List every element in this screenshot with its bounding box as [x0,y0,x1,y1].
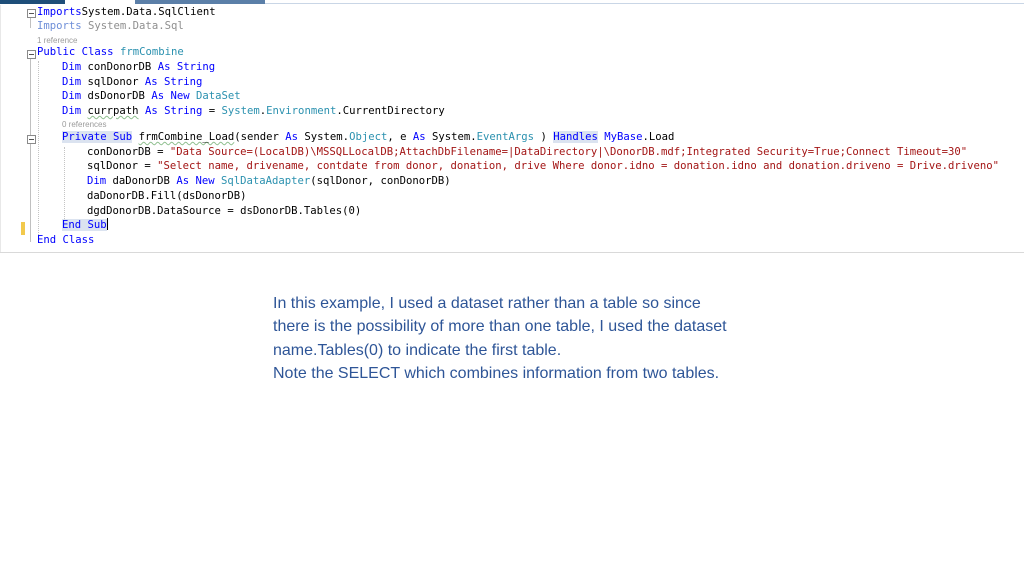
code-token: conDonorDB = [87,146,170,158]
code-token: "Data Source=(LocalDB)\MSSQLLocalDB;Atta… [169,146,968,158]
indent-guide [64,147,65,223]
code-token: Environment [266,105,337,117]
code-token: dsDonorDB [81,90,152,102]
code-token: sqlDonor = [87,160,158,172]
code-token: End Class [37,234,95,246]
code-line-end-sub[interactable]: End Sub [62,218,108,233]
code-token: Dim [62,76,82,88]
code-token: Public Class [37,46,114,58]
code-token: Dim [62,61,82,73]
code-line-imports-1[interactable]: ImportsSystem.Data.SqlClient [37,5,216,20]
code-token: System [221,105,260,117]
code-token: System. [298,131,350,143]
fold-collapse-icon[interactable] [27,9,36,18]
code-token: As String [144,76,203,88]
code-token: (sqlDonor, conDonorDB) [310,175,451,187]
code-line-connection[interactable]: conDonorDB = "Data Source=(LocalDB)\MSSQ… [87,145,967,160]
tab-inactive[interactable] [135,0,265,4]
code-line-class[interactable]: Public Class frmCombine [37,45,184,60]
change-marker [21,222,25,235]
code-token: System.Data.SqlClient [81,6,216,18]
code-token: Dim [62,105,82,117]
indent-guide [38,61,39,239]
code-token: dgdDonorDB.DataSource = dsDonorDB.Tables… [87,205,362,217]
code-line-end-class[interactable]: End Class [37,233,94,248]
code-line-sql[interactable]: sqlDonor = "Select name, drivename, cont… [87,159,999,174]
code-line-imports-2[interactable]: Imports System.Data.Sql [37,19,184,34]
code-token: Dim [62,90,82,102]
code-token: As [412,131,426,143]
code-token: frmCombine_Load [138,131,235,143]
code-line-dim-2[interactable]: Dim sqlDonor As String [62,75,202,90]
codelens-reference[interactable]: 1 reference [37,36,77,45]
code-line-dim-4[interactable]: Dim currpath As String = System.Environm… [62,104,445,119]
code-token: .CurrentDirectory [336,105,445,117]
code-token: frmCombine [119,46,184,58]
code-token: As [285,131,299,143]
code-token: MyBase [604,131,643,143]
code-token: "Select name, drivename, contdate from d… [157,160,1000,172]
code-token: Handles [553,131,598,143]
codelens-reference[interactable]: 0 references [62,120,106,129]
fold-rail-class [30,59,31,242]
code-line-fill[interactable]: daDonorDB.Fill(dsDonorDB) [87,189,246,204]
code-token: DataSet [195,90,241,102]
code-token: daDonorDB.Fill(dsDonorDB) [87,190,247,202]
code-token: sqlDonor [81,76,145,88]
code-line-sub[interactable]: Private Sub frmCombine_Load(sender As Sy… [62,130,674,145]
note-paragraph-2: Note the SELECT which combines informati… [273,364,720,382]
code-token: (sender [234,131,286,143]
tab-active[interactable] [0,0,66,4]
code-token: Object [349,131,388,143]
code-token: = [202,105,222,117]
code-token: SqlDataAdapter [220,175,311,187]
code-line-dim-3[interactable]: Dim dsDonorDB As New DataSet [62,89,241,104]
code-token: System.Data.Sql [81,20,184,32]
fold-collapse-icon[interactable] [27,50,36,59]
code-token: Private Sub [62,131,133,143]
code-token: As New [151,90,190,102]
code-token: Imports [37,6,82,18]
code-token: .Load [642,131,675,143]
note-text: In this example, I used a dataset rather… [273,292,733,385]
code-token: daDonorDB [106,175,177,187]
code-token: Dim [87,175,107,187]
code-token: As String [157,61,216,73]
code-token: As New [176,175,215,187]
code-editor[interactable]: ImportsSystem.Data.SqlClient Imports Syst… [0,0,1024,253]
code-line-datasource[interactable]: dgdDonorDB.DataSource = dsDonorDB.Tables… [87,204,361,219]
code-token: End Sub [62,219,107,231]
code-token: As String [144,105,203,117]
fold-collapse-icon[interactable] [27,135,36,144]
code-line-adapter[interactable]: Dim daDonorDB As New SqlDataAdapter(sqlD… [87,174,451,189]
code-token: EventArgs [476,131,535,143]
tab-strip-underline [265,3,1024,4]
note-paragraph-1: In this example, I used a dataset rather… [273,295,727,359]
code-line-dim-1[interactable]: Dim conDonorDB As String [62,60,215,75]
editor-margin [0,5,1,252]
code-token: conDonorDB [81,61,158,73]
text-caret [106,218,108,230]
code-token: , e [387,131,413,143]
code-token: Imports [37,20,82,32]
code-token: currpath [87,105,139,117]
code-token: ) [534,131,554,143]
code-token: System. [425,131,477,143]
